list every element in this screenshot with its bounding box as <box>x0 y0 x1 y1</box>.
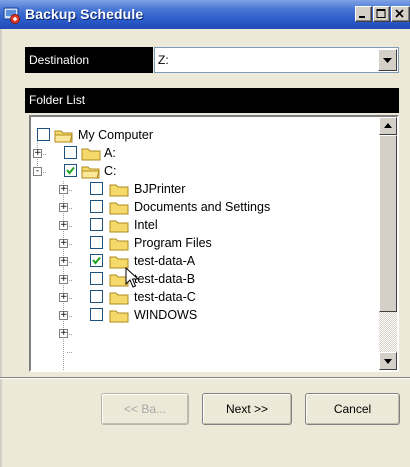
expand-icon[interactable]: + <box>59 275 68 284</box>
tree-item-label: C: <box>104 164 117 178</box>
folder-tree-content: My Computer + A: - C: + BJPrinter + Docu… <box>31 117 379 370</box>
checkbox-test-data-c[interactable] <box>90 290 103 303</box>
checkbox-my-computer[interactable] <box>37 128 50 141</box>
folder-icon <box>109 310 129 323</box>
folder-icon <box>109 292 129 305</box>
checkbox-intel[interactable] <box>90 218 103 231</box>
maximize-icon <box>376 9 386 18</box>
arrow-up-icon <box>384 123 392 128</box>
expand-icon[interactable]: + <box>59 311 68 320</box>
back-button[interactable]: << Ba... <box>101 393 189 425</box>
checkmark-icon <box>66 166 75 175</box>
maximize-button[interactable] <box>373 6 390 22</box>
expand-icon[interactable]: + <box>59 221 68 230</box>
checkbox-test-data-b[interactable] <box>90 272 103 285</box>
destination-select[interactable]: Z: <box>154 47 399 73</box>
destination-value: Z: <box>158 53 169 67</box>
window-title: Backup Schedule <box>25 6 144 22</box>
folder-tree[interactable]: My Computer + A: - C: + BJPrinter + Docu… <box>29 115 399 372</box>
expand-icon[interactable]: + <box>59 239 68 248</box>
arrow-down-icon <box>384 359 392 364</box>
folder-icon <box>81 148 101 161</box>
tree-item-label: Documents and Settings <box>134 200 271 214</box>
tree-item-label: WINDOWS <box>134 308 198 322</box>
tree-item-label: test-data-C <box>134 290 196 304</box>
expand-icon[interactable]: + <box>59 257 68 266</box>
footer-separator-highlight <box>0 378 410 379</box>
scroll-thumb[interactable] <box>379 135 397 312</box>
window-border <box>0 29 2 467</box>
close-icon <box>395 9 404 18</box>
checkbox-bjprinter[interactable] <box>90 182 103 195</box>
minimize-button[interactable] <box>355 6 372 22</box>
folder-icon <box>109 202 129 215</box>
scroll-up-button[interactable] <box>379 117 397 135</box>
folder-list-header: Folder List <box>25 88 399 113</box>
tree-vertical-scrollbar[interactable] <box>379 117 397 370</box>
expand-icon[interactable]: + <box>59 293 68 302</box>
folder-open-icon <box>81 166 100 179</box>
backup-app-icon <box>3 7 20 24</box>
scroll-track[interactable] <box>379 312 397 352</box>
tree-item-label: Intel <box>134 218 158 232</box>
tree-item-label: Program Files <box>134 236 212 250</box>
cancel-button[interactable]: Cancel <box>305 393 400 425</box>
folder-icon <box>109 184 129 197</box>
folder-icon <box>109 238 129 251</box>
tree-item-label: A: <box>104 146 116 160</box>
checkbox-windows[interactable] <box>90 308 103 321</box>
expand-icon[interactable]: + <box>33 149 42 158</box>
expand-icon: + <box>59 328 68 338</box>
chevron-down-icon <box>383 58 392 63</box>
title-bar: Backup Schedule <box>0 0 410 29</box>
tree-item-label: BJPrinter <box>134 182 186 196</box>
checkmark-icon <box>92 256 101 265</box>
checkbox-program-files[interactable] <box>90 236 103 249</box>
checkbox-a-drive[interactable] <box>64 146 77 159</box>
expand-icon[interactable]: + <box>59 185 68 194</box>
destination-dropdown-button[interactable] <box>378 49 397 71</box>
next-button[interactable]: Next >> <box>202 393 292 425</box>
destination-label: Destination <box>25 47 153 73</box>
folder-open-icon <box>54 130 73 143</box>
destination-row: Destination Z: <box>25 47 399 73</box>
tree-item-label: test-data-A <box>134 254 196 268</box>
checkbox-test-data-a[interactable] <box>90 254 103 267</box>
collapse-icon[interactable]: - <box>33 167 42 176</box>
expand-icon[interactable]: + <box>59 203 68 212</box>
tree-item-label: test-data-B <box>134 272 196 286</box>
scroll-down-button[interactable] <box>379 352 397 370</box>
folder-icon <box>109 220 129 233</box>
mouse-cursor-icon <box>125 267 139 288</box>
checkbox-c-drive[interactable] <box>64 164 77 177</box>
close-button[interactable] <box>391 6 410 22</box>
minimize-icon <box>359 16 365 18</box>
checkbox-documents-and-settings[interactable] <box>90 200 103 213</box>
tree-item-label: My Computer <box>78 128 154 142</box>
